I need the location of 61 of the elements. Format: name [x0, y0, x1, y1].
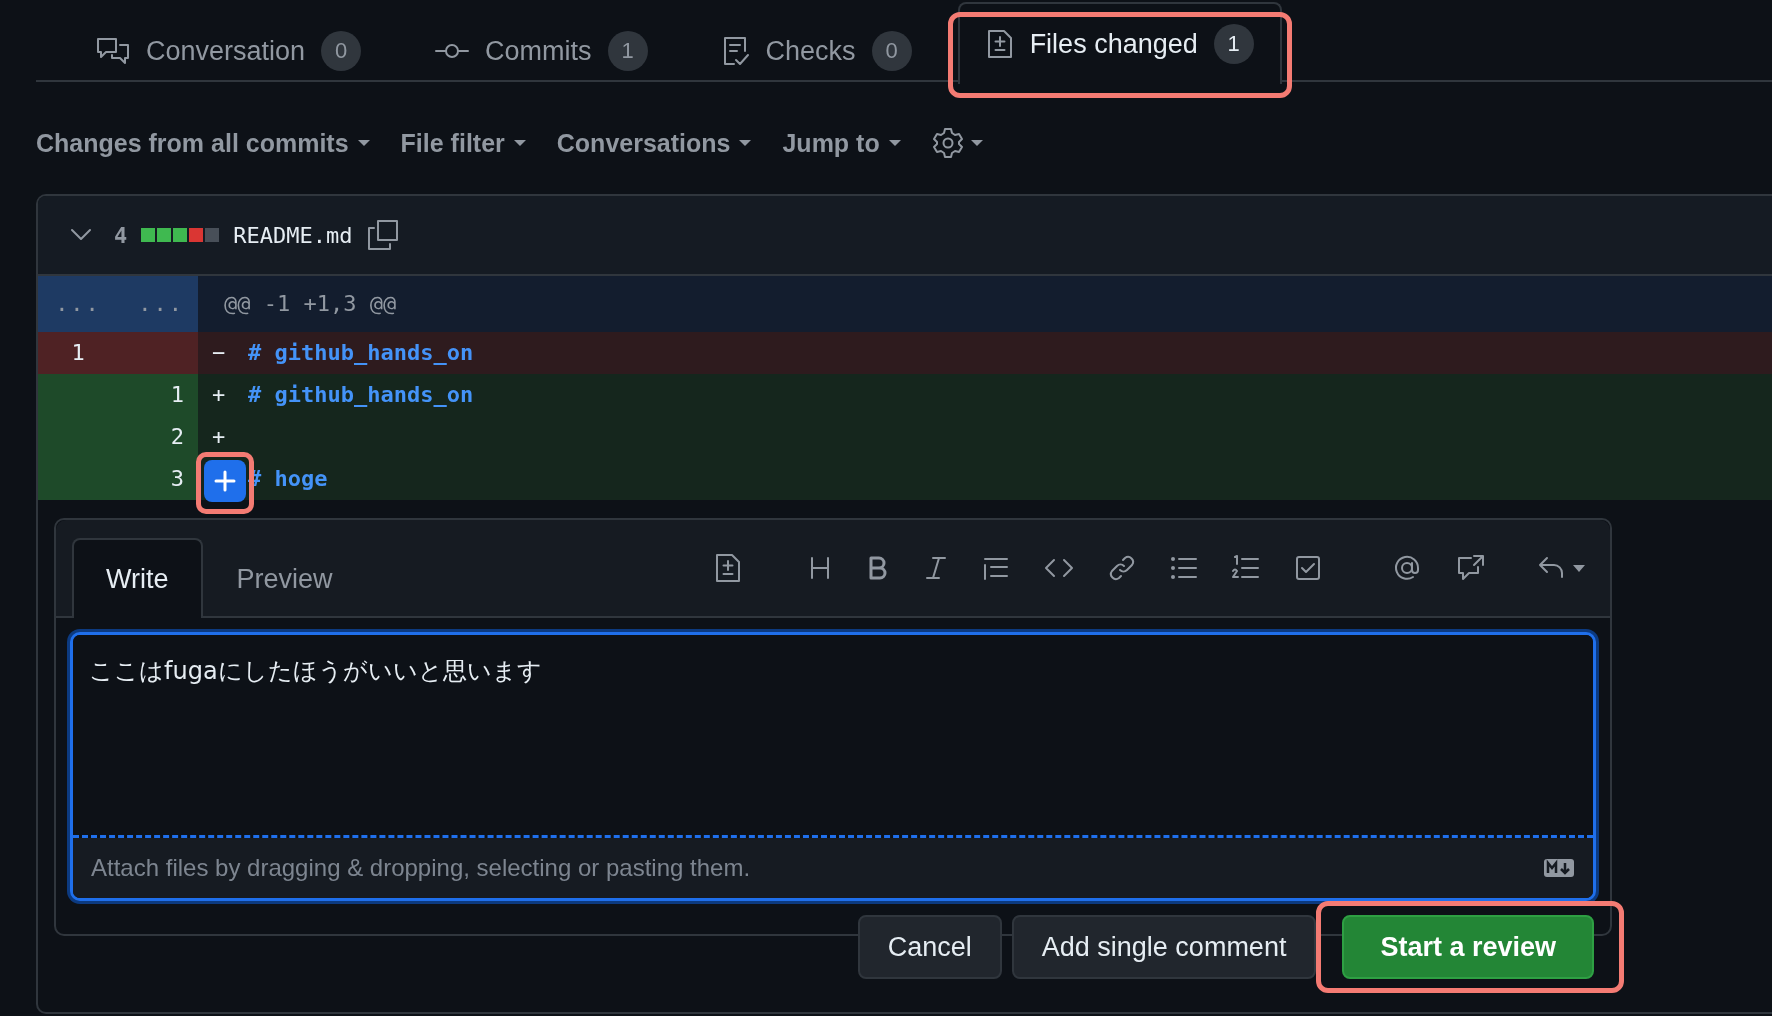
dropdown-menu[interactable]: Jump to — [782, 128, 902, 158]
count-badge: 0 — [321, 31, 362, 71]
add-comment-button[interactable] — [204, 460, 246, 502]
caret-icon — [969, 139, 984, 147]
line-number: ... — [38, 276, 118, 332]
tab[interactable]: Checks 0 — [693, 16, 940, 84]
line-number: 1 — [118, 374, 198, 416]
tab[interactable]: Commits 1 — [407, 16, 676, 84]
count-badge: 1 — [607, 31, 648, 71]
diff-sign: + — [212, 423, 227, 451]
markdown-icon — [1543, 858, 1575, 878]
caret-icon — [512, 139, 527, 147]
code-line: # github_hands_on — [248, 339, 474, 367]
settings-icon — [931, 127, 964, 159]
checkbox-icon[interactable] — [1294, 554, 1322, 582]
code-icon[interactable] — [1044, 556, 1074, 580]
at-sign-icon[interactable] — [1392, 553, 1422, 583]
file-diff-icon — [985, 28, 1014, 60]
diff-sign: − — [212, 339, 227, 367]
primary-button[interactable]: Start a review — [1342, 915, 1594, 979]
settings-button[interactable] — [931, 127, 984, 159]
copy-icon[interactable] — [366, 218, 401, 252]
heading-icon[interactable] — [808, 555, 832, 581]
plus-icon — [214, 470, 236, 492]
secondary-button[interactable]: Cancel — [857, 915, 1002, 979]
editor-tab[interactable]: Write — [72, 538, 203, 618]
commit-icon — [435, 41, 470, 61]
line-number: ... — [118, 276, 198, 332]
tab[interactable]: Conversation 0 — [68, 16, 390, 84]
bulleted-list-icon[interactable] — [1170, 556, 1198, 580]
change-count: 4 — [114, 222, 128, 248]
code-line: # github_hands_on — [248, 381, 474, 409]
line-number: 1 — [38, 332, 118, 374]
undo-icon[interactable] — [1538, 555, 1586, 581]
attach-hint: Attach files by dragging & dropping, selecting or pasting them. — [91, 854, 751, 882]
dropdown-menu[interactable]: Changes from all commits — [36, 128, 371, 158]
secondary-button[interactable]: Add single comment — [1011, 915, 1317, 979]
file-diff-icon[interactable] — [714, 552, 742, 584]
line-number: 3 — [118, 458, 198, 500]
tab[interactable]: Files changed 1 — [957, 2, 1282, 84]
italic-icon[interactable] — [924, 555, 948, 581]
link-icon[interactable] — [1108, 554, 1136, 582]
quote-icon[interactable] — [982, 555, 1010, 581]
chevron-icon[interactable] — [68, 227, 94, 243]
dropdown-menu[interactable]: Conversations — [556, 128, 753, 158]
caret-icon — [356, 139, 371, 147]
diff-sign: + — [212, 381, 227, 409]
caret-icon — [738, 139, 753, 147]
conversation-icon — [96, 36, 130, 66]
speech-bubble-arrow-icon[interactable] — [1456, 553, 1486, 583]
checklist-icon — [721, 35, 750, 67]
dropdown-menu[interactable]: File filter — [400, 128, 527, 158]
editor-tab[interactable]: Preview — [202, 538, 367, 618]
comment-field[interactable]: ここはfugaにしたほうがいいと思います — [73, 635, 1593, 838]
hunk-header: @@ -1 +1,3 @@ — [224, 290, 397, 318]
caret-icon — [887, 139, 902, 147]
count-badge: 0 — [871, 31, 912, 71]
count-badge: 1 — [1213, 24, 1254, 64]
numbered-list-icon[interactable] — [1232, 555, 1260, 581]
line-number: 2 — [118, 416, 198, 458]
file-name: README.md — [233, 222, 353, 248]
